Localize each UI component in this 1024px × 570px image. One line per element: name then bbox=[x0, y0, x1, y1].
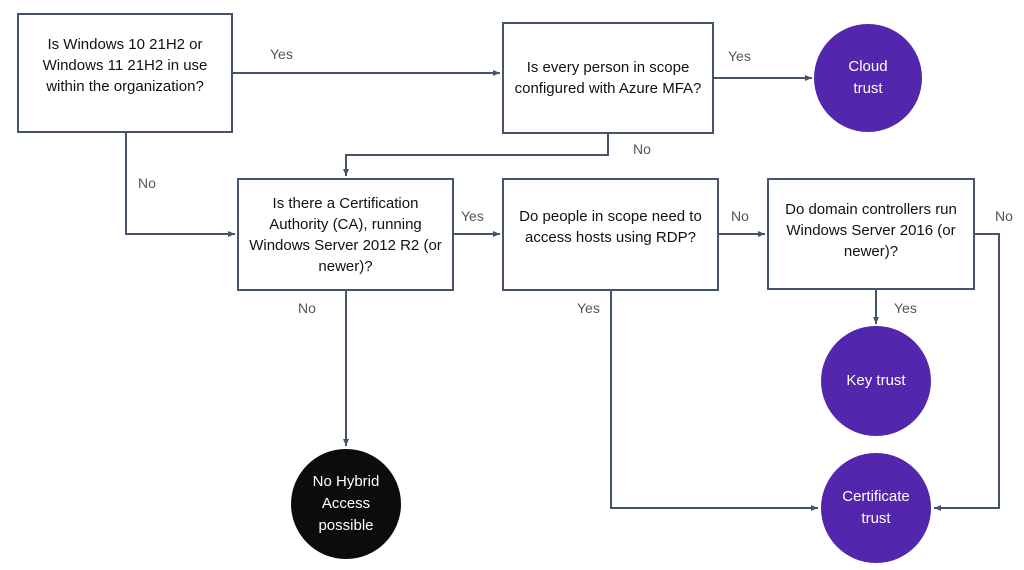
label-q2-no: No bbox=[633, 141, 651, 157]
outcome-certificate-trust: Certificate trust bbox=[821, 453, 931, 563]
label-q3-no: No bbox=[298, 300, 316, 316]
question-certification-authority: Is there a Certification Authority (CA),… bbox=[237, 178, 454, 291]
question-domain-controllers: Do domain controllers run Windows Server… bbox=[767, 178, 975, 290]
question-windows-version: Is Windows 10 21H2 or Windows 11 21H2 in… bbox=[17, 13, 233, 133]
label-q5-no: No bbox=[995, 208, 1013, 224]
label-q3-yes: Yes bbox=[461, 208, 484, 224]
edge-q4-yes bbox=[610, 291, 818, 511]
outcome-cloud-trust: Cloud trust bbox=[814, 24, 922, 132]
label-q1-no: No bbox=[138, 175, 156, 191]
label-q4-yes: Yes bbox=[577, 300, 600, 316]
question-azure-mfa: Is every person in scope configured with… bbox=[502, 22, 714, 134]
question-rdp-access: Do people in scope need to access hosts … bbox=[502, 178, 719, 291]
label-q2-yes: Yes bbox=[728, 48, 751, 64]
edge-q2-no bbox=[343, 134, 609, 176]
outcome-no-hybrid-access: No Hybrid Access possible bbox=[291, 449, 401, 559]
outcome-key-trust: Key trust bbox=[821, 326, 931, 436]
label-q1-yes: Yes bbox=[270, 46, 293, 62]
label-q4-no: No bbox=[731, 208, 749, 224]
label-q5-yes: Yes bbox=[894, 300, 917, 316]
